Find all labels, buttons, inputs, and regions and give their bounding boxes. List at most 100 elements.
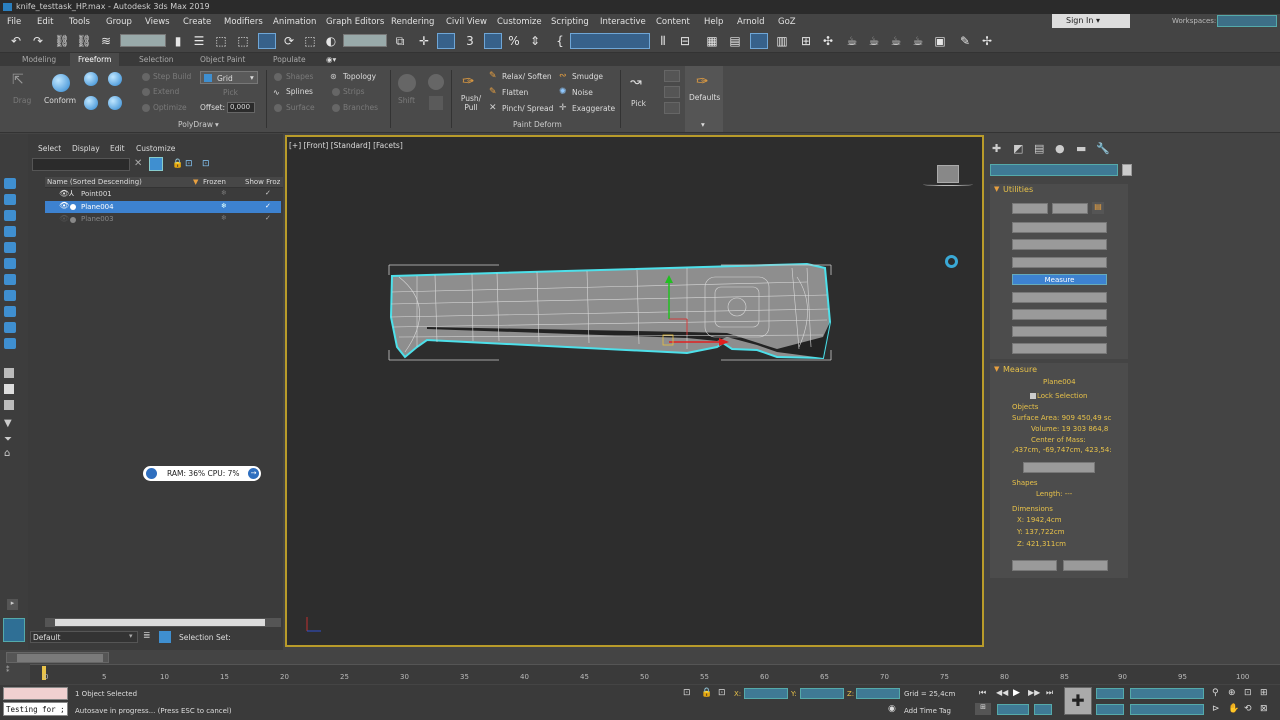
menu-tools[interactable]: Tools [69,17,90,27]
display-groups-icon[interactable] [4,306,16,317]
lock-icon[interactable]: 🔒 [172,159,183,169]
absolute-mode-icon[interactable]: ⊡ [718,688,726,698]
table-row[interactable]: 👁 Plane004 ❄ ✓ [45,201,281,213]
explorer-menu-select[interactable]: Select [38,144,61,153]
explorer-horizontal-scrollbar[interactable] [45,618,281,627]
noise-label[interactable]: Noise [572,88,593,97]
menu-rendering[interactable]: Rendering [391,17,434,27]
menu-content[interactable]: Content [656,17,690,27]
exaggerate-label[interactable]: Exaggerate [572,104,615,113]
flatten-label[interactable]: Flatten [502,88,528,97]
defaults-panel[interactable]: ✑ Defaults ▾ [685,66,723,132]
auto-key-icon[interactable]: ⊞ [975,703,991,715]
next-frame-icon[interactable]: ▶▶ [1028,688,1040,697]
hierarchy-tab-icon[interactable]: ▤ [1034,142,1044,155]
align-icon[interactable]: ⊟ [677,33,693,49]
fov-icon[interactable]: ⊳ [1212,704,1220,714]
menu-help[interactable]: Help [704,17,723,27]
sync-selection-icon[interactable] [4,400,14,410]
utility-button[interactable] [1012,343,1107,354]
knife-handle-mesh[interactable] [287,137,986,649]
maxscript-listener-input[interactable]: Testing for ; [3,702,68,716]
utilities-title[interactable]: Utilities [1003,185,1033,194]
hierarchy-icon[interactable]: ⊡ [185,159,193,169]
splines-label[interactable]: Splines [286,87,313,96]
conform-move-icon[interactable] [108,72,122,86]
select-object-icon[interactable]: ▮ [170,33,186,49]
pan-icon[interactable]: ✋ [1228,704,1239,714]
selection-filter-dropdown[interactable] [120,34,166,47]
toggle-ribbon-icon[interactable] [750,33,768,49]
selected-dropdown[interactable] [1130,688,1204,699]
conform-options-icon[interactable] [108,96,122,110]
selection-set-icon[interactable] [159,631,171,643]
column-frozen[interactable]: Frozen [203,178,226,186]
conform-relax-icon[interactable] [84,96,98,110]
keyboard-shortcut-override-icon[interactable] [437,33,455,49]
maxscript-mini-listener-top[interactable] [3,687,68,700]
visibility-eye-icon[interactable]: 👁 [59,201,69,210]
snaps-toggle-icon[interactable]: 3 [462,33,478,49]
layer-dropdown[interactable]: Default ▾ [30,631,138,643]
display-lights-icon[interactable] [4,242,16,253]
menu-customize[interactable]: Customize [497,17,542,27]
set-key-icon[interactable]: ✚ [1064,687,1092,715]
menu-group[interactable]: Group [106,17,132,27]
display-space-warps-icon[interactable] [4,290,16,301]
filter-icon[interactable]: ▼ [4,418,12,429]
clear-search-icon[interactable]: ✕ [134,158,142,169]
relax-soften-label[interactable]: Relax/ Soften [502,72,552,81]
polydraw-section-label[interactable]: PolyDraw [178,120,213,129]
bind-space-warp-icon[interactable]: ≋ [98,33,114,49]
frozen-icon[interactable]: ❄ [221,214,227,222]
object-name-field[interactable] [990,164,1118,176]
spinner-snap-icon[interactable]: ⇕ [527,33,543,49]
zoom-icon[interactable]: ⚲ [1212,688,1219,698]
checkmark-icon[interactable]: ✓ [265,189,271,197]
menu-animation[interactable]: Animation [273,17,316,27]
named-selection-icon[interactable]: { [552,33,568,49]
topology-label[interactable]: Topology [343,72,376,81]
utility-button[interactable] [1012,292,1107,303]
explorer-search-input[interactable] [32,158,130,171]
display-xrefs-icon[interactable] [4,322,16,333]
curve-editor-icon[interactable]: ▥ [774,33,790,49]
frozen-icon[interactable]: ❄ [221,202,227,210]
menu-edit[interactable]: Edit [37,17,53,27]
menu-interactive[interactable]: Interactive [600,17,646,27]
track-bar[interactable] [30,664,1280,684]
rotate-icon[interactable]: ⟳ [281,33,297,49]
pinch-spread-label[interactable]: Pinch/ Spread [502,104,553,113]
time-slider[interactable] [6,652,109,663]
display-helpers-icon[interactable] [4,274,16,285]
maximize-viewport-icon[interactable]: ⊠ [1260,704,1268,714]
move-icon[interactable] [258,33,276,49]
angle-snap-icon[interactable] [484,33,502,49]
visibility-eye-icon[interactable]: 👁 [59,214,69,223]
orbit-icon[interactable]: ⟲ [1244,704,1252,714]
workspaces-dropdown[interactable] [1217,15,1277,27]
display-all-icon[interactable] [4,194,16,205]
display-cameras-icon[interactable] [4,258,16,269]
tab-selection[interactable]: Selection [139,55,174,64]
key-filter-field[interactable] [1034,704,1052,715]
time-slider-thumb[interactable] [17,654,103,662]
layer-view-icon[interactable]: ⊡ [202,159,210,169]
table-row[interactable]: 👁 Plane003 ❄ ✓ [45,214,283,225]
crosshair-tool-icon[interactable]: ✢ [979,33,995,49]
visibility-eye-icon[interactable]: 👁 [59,189,69,198]
render-setup-icon[interactable]: ☕ [844,33,860,49]
pivot-center-icon[interactable]: ⧉ [392,33,408,49]
zoom-all-icon[interactable]: ⊕ [1228,688,1236,698]
play-icon[interactable]: ▶ [1013,688,1020,698]
brush-option-3-icon[interactable] [664,102,680,114]
utility-button[interactable] [1012,257,1107,268]
optimize-label[interactable]: Optimize [153,103,187,112]
tab-populate[interactable]: Populate [273,55,306,64]
previous-frame-icon[interactable]: ◀◀ [996,688,1008,697]
menu-scripting[interactable]: Scripting [551,17,589,27]
utility-more-button[interactable] [1012,203,1048,214]
rollout-arrow-icon[interactable]: ▼ [994,365,999,373]
menu-arnold[interactable]: Arnold [737,17,765,27]
go-to-start-icon[interactable]: ⏮ [979,688,986,698]
